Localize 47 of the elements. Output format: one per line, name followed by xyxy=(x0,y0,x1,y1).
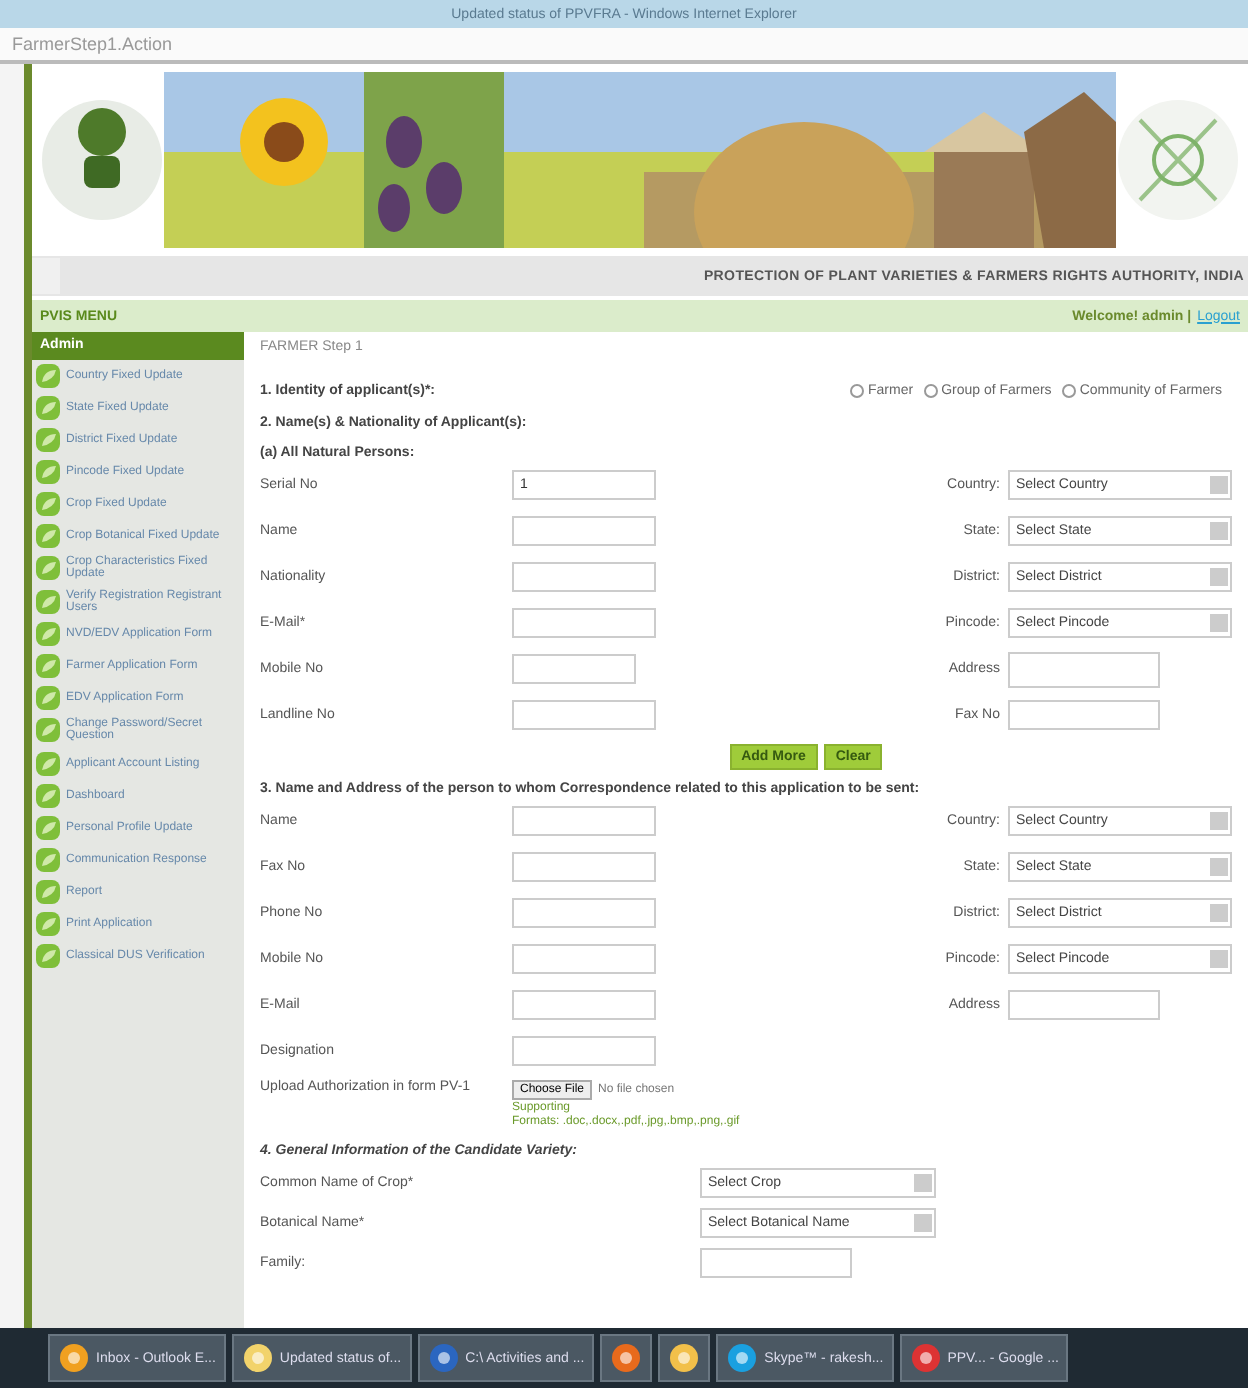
address-field[interactable] xyxy=(1008,651,1160,687)
leaf-icon xyxy=(36,815,60,840)
leaf-icon xyxy=(36,654,60,679)
leaf-icon xyxy=(36,783,60,808)
input-field[interactable] xyxy=(512,990,656,1020)
outlook-icon xyxy=(58,1342,90,1374)
leaf-icon xyxy=(36,460,60,484)
leaf-icon xyxy=(36,718,60,743)
address-bar[interactable]: FarmerStep1.Action xyxy=(0,28,1248,64)
leaf-icon xyxy=(36,589,60,614)
input-field[interactable] xyxy=(512,562,656,592)
radio-button[interactable] xyxy=(1061,384,1076,398)
leaf-icon xyxy=(36,364,60,388)
chat-icon xyxy=(726,1342,759,1374)
leaf-icon xyxy=(36,428,60,452)
leaf-icon xyxy=(36,556,60,581)
document-icon xyxy=(427,1342,460,1374)
input-field[interactable] xyxy=(1008,700,1160,730)
input-field[interactable] xyxy=(512,1036,656,1066)
input-field[interactable] xyxy=(512,516,656,546)
input-field[interactable] xyxy=(512,608,656,638)
leaf-icon xyxy=(36,879,60,904)
leaf-icon xyxy=(36,686,60,711)
input-field[interactable] xyxy=(1008,990,1160,1020)
input-field[interactable] xyxy=(512,654,636,684)
input-field[interactable] xyxy=(700,1248,852,1278)
leaf-icon xyxy=(36,847,60,872)
leaf-icon xyxy=(36,943,60,968)
input-field[interactable] xyxy=(512,944,656,974)
input-field[interactable] xyxy=(512,806,656,836)
paint-icon xyxy=(668,1342,701,1374)
input-field[interactable] xyxy=(512,700,656,730)
taskbar-button[interactable] xyxy=(600,1334,653,1382)
browser-icon xyxy=(909,1342,942,1374)
leaf-icon xyxy=(36,492,60,516)
input-field[interactable] xyxy=(512,852,656,882)
leaf-icon xyxy=(36,751,60,776)
taskbar-button[interactable] xyxy=(658,1334,711,1382)
folder-icon xyxy=(241,1342,274,1374)
leaf-icon xyxy=(36,396,60,420)
leaf-icon xyxy=(36,524,60,548)
leaf-icon xyxy=(36,911,60,936)
leaf-icon xyxy=(36,622,60,647)
radio-button[interactable] xyxy=(923,384,938,398)
input-field[interactable] xyxy=(512,898,656,928)
radio-button[interactable] xyxy=(850,384,864,398)
globe-icon xyxy=(610,1342,643,1374)
